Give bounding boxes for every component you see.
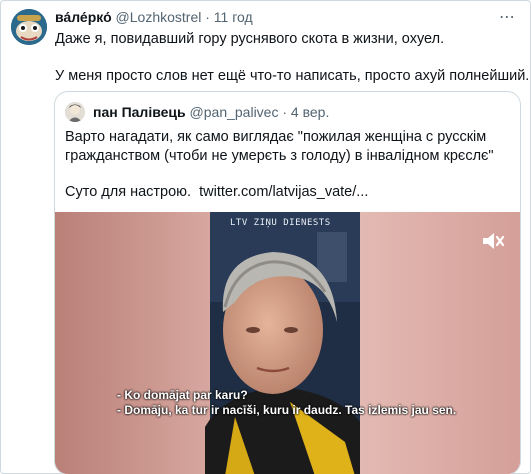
- quoted-tweet-header: пан Палівець @pan_palivec · 4 вер.: [93, 103, 329, 121]
- tweet-text-line: Даже я, повидавший гору руснявого скота …: [55, 31, 445, 47]
- separator-dot: ·: [282, 104, 288, 120]
- mute-icon[interactable]: [480, 230, 506, 252]
- tweet-text-line: У меня просто слов нет ещё что-то написа…: [55, 68, 530, 84]
- author-handle[interactable]: @Lozhkostrel: [116, 9, 202, 25]
- quoted-author-name[interactable]: пан Палівець: [93, 104, 186, 120]
- quoted-author-avatar[interactable]: [65, 102, 85, 122]
- video-subtitle: - Domāju, ka tur ir nacīši, kuru ir daud…: [117, 403, 457, 417]
- tweet-timestamp[interactable]: 11 год: [214, 9, 253, 25]
- quoted-avatar-image: [65, 102, 85, 122]
- avatar-image: [11, 9, 47, 45]
- author-name[interactable]: ва́ле́рко́: [55, 9, 112, 25]
- video-player[interactable]: LTV ZIŅU DIENESTS - Ko domājat par karu?…: [55, 212, 520, 474]
- quoted-footer-text: Суто для настрою.: [65, 184, 192, 200]
- quoted-link[interactable]: twitter.com/latvijas_vate/...: [199, 184, 368, 200]
- quoted-tweet[interactable]: пан Палівець @pan_palivec · 4 вер. Варто…: [54, 91, 521, 474]
- video-subtitle: - Ko domājat par karu?: [117, 388, 248, 402]
- separator-dot: ·: [205, 9, 210, 25]
- broadcaster-logo: LTV ZIŅU DIENESTS: [230, 218, 331, 228]
- quoted-text-line: гражданством (чтоби не умерєть з голоду)…: [65, 148, 494, 164]
- tweet-header: ва́ле́рко́ @Lozhkostrel · 11 год: [55, 8, 253, 26]
- tweet-card[interactable]: ва́ле́рко́ @Lozhkostrel · 11 год ⋯ Даже …: [0, 0, 531, 474]
- more-options-icon[interactable]: ⋯: [499, 7, 516, 27]
- video-frame: [55, 212, 520, 474]
- quoted-footer: Суто для настрою. twitter.com/latvijas_v…: [65, 183, 368, 202]
- quoted-author-handle[interactable]: @pan_palivec: [190, 104, 279, 120]
- author-avatar[interactable]: [11, 9, 47, 45]
- speaker-muted-glyph: [483, 233, 505, 249]
- quoted-timestamp[interactable]: 4 вер.: [291, 104, 329, 120]
- quoted-text-line: Варто нагадати, як само виглядає "пожила…: [65, 129, 487, 145]
